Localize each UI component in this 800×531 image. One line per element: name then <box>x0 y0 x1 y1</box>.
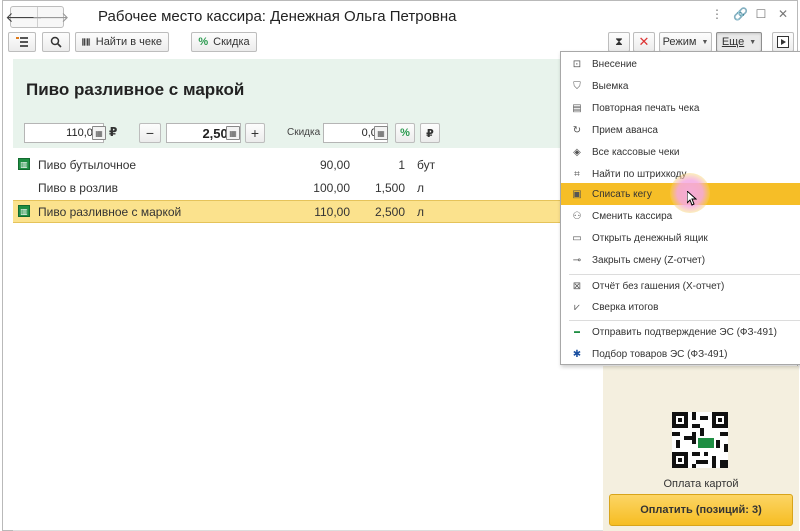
more-vertical-icon[interactable]: ⋮ <box>711 7 723 21</box>
scan-barcode-icon: ⌗ <box>574 168 580 180</box>
search-button[interactable] <box>42 32 70 52</box>
marked-goods-icon: ▥ <box>18 205 30 217</box>
advance-icon: ↻ <box>572 124 582 136</box>
discount-field-label: Скидка <box>287 127 321 138</box>
forward-button[interactable]: 🡒 <box>32 7 69 27</box>
item-name: Пиво разливное с маркой <box>38 205 182 219</box>
item-qty: 2,500 <box>374 205 405 219</box>
payment-panel: Оплата картой Оплатить (позиций: 3) <box>603 366 799 531</box>
menu-item-withdrawal[interactable]: ⛉ Выемка <box>561 75 800 97</box>
marked-goods-icon: ▥ <box>18 158 30 170</box>
discount-label: Скидка <box>213 36 250 48</box>
table-row[interactable]: ▥ Пиво бутылочное 90,00 1 бут <box>13 154 560 177</box>
user-icon: ⚇ <box>572 210 582 222</box>
menu-item-send-confirmation[interactable]: ▬ Отправить подтверждение ЭС (ФЗ-491) <box>561 321 800 343</box>
menu-item-advance[interactable]: ↻ Прием аванса <box>561 119 800 141</box>
arrow-right-icon: 🡒 <box>31 8 70 25</box>
list-icon <box>16 37 28 47</box>
pay-button[interactable]: Оплатить (позиций: 3) <box>609 494 793 526</box>
percent-discount-button[interactable]: % <box>395 123 415 143</box>
barcode-icon <box>82 38 91 46</box>
display-button[interactable] <box>772 32 794 52</box>
close-shift-icon: ⊸ <box>572 254 582 266</box>
calculator-icon[interactable]: ▦ <box>226 126 240 140</box>
table-row[interactable]: Пиво в розлив 100,00 1,500 л <box>13 177 560 200</box>
product-panel: Пиво разливное с маркой 110,00 ▦ ₽ − 2,5… <box>13 59 560 148</box>
receipt-items-table: ▥ Пиво бутылочное 90,00 1 бут Пиво в роз… <box>13 154 560 223</box>
search-icon <box>50 36 62 48</box>
item-unit: л <box>417 205 425 219</box>
item-price: 90,00 <box>319 158 350 172</box>
link-icon[interactable]: 🔗 <box>733 7 748 21</box>
reconcile-icon: ⩗ <box>574 301 580 313</box>
mode-dropdown[interactable]: Режим ▼ <box>659 32 712 52</box>
snowflake-icon: ✱ <box>572 348 582 360</box>
egais-icon: ▬ <box>574 329 580 335</box>
item-qty: 1 <box>398 158 405 172</box>
qr-code-icon[interactable] <box>672 412 728 468</box>
keg-icon: ▣ <box>572 188 582 200</box>
report-icon: ⊠ <box>572 280 582 292</box>
percent-icon: % <box>198 36 209 48</box>
hourglass-button[interactable]: ⧗ <box>608 32 630 52</box>
more-dropdown[interactable]: Еще ▼ <box>716 32 762 52</box>
more-label: Еще <box>721 36 745 48</box>
item-qty: 1,500 <box>374 181 405 195</box>
chevron-down-icon: ▼ <box>701 38 709 46</box>
reprint-icon: ▤ <box>572 102 582 114</box>
chevron-down-icon: ▼ <box>749 38 757 46</box>
discount-button[interactable]: % Скидка <box>191 32 257 52</box>
withdrawal-icon: ⛉ <box>573 80 581 92</box>
ruble-discount-button[interactable]: ₽ <box>420 123 440 143</box>
product-name: Пиво разливное с маркой <box>26 80 245 99</box>
receipts-icon: ◈ <box>573 146 581 158</box>
window-controls: ⋮ 🔗 ☐ ✕ <box>711 7 789 21</box>
menu-item-x-report[interactable]: ⊠ Отчёт без гашения (X-отчет) <box>561 275 800 297</box>
qr-caption: Оплата картой <box>663 478 739 490</box>
menu-item-close-shift[interactable]: ⊸ Закрыть смену (Z-отчет) <box>561 249 800 271</box>
close-icon[interactable]: ✕ <box>777 7 789 21</box>
find-in-receipt-label: Найти в чеке <box>95 36 162 48</box>
calculator-icon[interactable]: ▦ <box>374 126 388 140</box>
cashier-window: 🡐 🡒 Рабочее место кассира: Денежная Ольг… <box>2 0 800 531</box>
item-unit: бут <box>417 158 436 172</box>
menu-item-select-goods[interactable]: ✱ Подбор товаров ЭС (ФЗ-491) <box>561 343 800 365</box>
list-button[interactable] <box>8 32 36 52</box>
cash-drawer-icon: ▭ <box>572 232 582 244</box>
decrease-quantity-button[interactable]: − <box>139 123 161 143</box>
find-in-receipt-button[interactable]: Найти в чеке <box>75 32 169 52</box>
item-name: Пиво в розлив <box>38 181 118 195</box>
menu-item-reprint[interactable]: ▤ Повторная печать чека <box>561 97 800 119</box>
clear-button[interactable]: ✕ <box>633 32 655 52</box>
maximize-icon[interactable]: ☐ <box>755 7 767 21</box>
menu-item-all-receipts[interactable]: ◈ Все кассовые чеки <box>561 141 800 163</box>
hourglass-icon: ⧗ <box>615 35 623 48</box>
deposit-icon: ⊡ <box>572 58 582 70</box>
nav-buttons: 🡐 🡒 <box>5 6 69 28</box>
item-unit: л <box>417 181 425 195</box>
menu-item-open-drawer[interactable]: ▭ Открыть денежный ящик <box>561 227 800 249</box>
item-name: Пиво бутылочное <box>38 158 137 172</box>
menu-item-reconcile[interactable]: ⩗ Сверка итогов <box>561 296 800 318</box>
increase-quantity-button[interactable]: + <box>245 123 265 143</box>
mode-label: Режим <box>662 36 697 48</box>
display-icon <box>777 36 789 48</box>
window-title: Рабочее место кассира: Денежная Ольга Пе… <box>98 8 457 25</box>
clear-icon: ✕ <box>638 34 650 49</box>
calculator-icon[interactable]: ▦ <box>92 126 106 140</box>
item-price: 110,00 <box>314 205 350 219</box>
item-price: 100,00 <box>313 181 350 195</box>
currency-label: ₽ <box>109 125 118 139</box>
menu-item-deposit[interactable]: ⊡ Внесение <box>561 53 800 75</box>
table-row-selected[interactable]: ▥ Пиво разливное с маркой 110,00 2,500 л <box>13 200 560 223</box>
mouse-cursor-icon <box>687 191 697 206</box>
